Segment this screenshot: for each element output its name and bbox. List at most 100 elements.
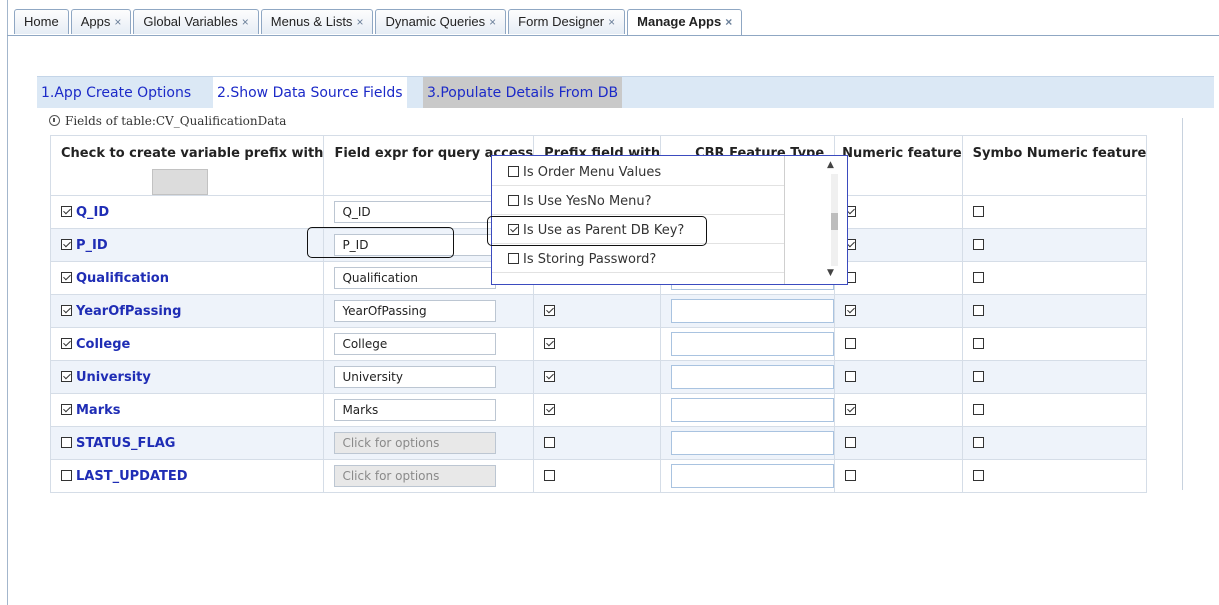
field-expr-input[interactable]: P_ID xyxy=(334,234,497,256)
select-all-button[interactable] xyxy=(152,169,208,195)
symbo-numeric-checkbox[interactable] xyxy=(972,469,984,481)
create-variable-checkbox[interactable] xyxy=(61,205,72,217)
dropdown-option[interactable]: Is Use as Parent DB Key? xyxy=(492,217,784,244)
option-checkbox[interactable] xyxy=(508,195,519,206)
table-row: College College xyxy=(49,327,1148,361)
dropdown-scrollbar[interactable]: ▲ ▼ xyxy=(784,156,845,284)
wizard-steps: 1.App Create Options 2.Show Data Source … xyxy=(37,76,1214,108)
tab-dynamic-queries[interactable]: Dynamic Queries × xyxy=(375,9,507,34)
cbr-feature-type-input[interactable] xyxy=(671,431,835,455)
option-checkbox[interactable] xyxy=(508,166,519,177)
close-icon[interactable]: × xyxy=(356,15,363,29)
symbo-numeric-checkbox[interactable] xyxy=(972,238,984,250)
tab-bar-divider xyxy=(7,35,1219,36)
cbr-feature-type-input[interactable] xyxy=(671,332,835,356)
symbo-numeric-checkbox[interactable] xyxy=(972,370,984,382)
numeric-feature-checkbox[interactable] xyxy=(845,436,857,448)
symbo-numeric-checkbox[interactable] xyxy=(972,271,984,283)
prefix-cell xyxy=(533,360,662,394)
numeric-feature-checkbox[interactable] xyxy=(845,370,857,382)
field-expr-cell: Click for options xyxy=(323,426,535,460)
field-expr-input[interactable]: Qualification xyxy=(334,267,497,289)
scroll-thumb[interactable] xyxy=(831,213,838,230)
numeric-feature-checkbox[interactable] xyxy=(845,403,857,415)
column-header-symbo-numeric-label: Symbo Numeric feature xyxy=(972,146,1147,161)
cbr-feature-type-input[interactable] xyxy=(671,398,835,422)
cbr-feature-type-input[interactable] xyxy=(671,299,835,323)
close-icon[interactable]: × xyxy=(608,15,615,29)
variable-cell: STATUS_FLAG xyxy=(49,426,325,460)
prefix-checkbox[interactable] xyxy=(544,337,556,349)
field-expr-input[interactable]: Click for options xyxy=(334,465,497,487)
symbo-numeric-cell xyxy=(961,360,1148,394)
scroll-down-icon[interactable]: ▼ xyxy=(827,268,834,278)
numeric-feature-checkbox[interactable] xyxy=(845,337,857,349)
create-variable-checkbox[interactable] xyxy=(61,304,72,316)
table-row: YearOfPassing YearOfPassing xyxy=(49,294,1148,328)
wizard-step-show-data-source-fields[interactable]: 2.Show Data Source Fields xyxy=(213,77,407,108)
symbo-numeric-checkbox[interactable] xyxy=(972,337,984,349)
field-expr-input[interactable]: Click for options xyxy=(334,432,497,454)
tab-manage-apps[interactable]: Manage Apps × xyxy=(627,9,743,36)
cbr-feature-type-cell xyxy=(660,327,836,361)
field-expr-cell: YearOfPassing xyxy=(323,294,535,328)
numeric-feature-cell xyxy=(834,426,963,460)
symbo-numeric-checkbox[interactable] xyxy=(972,205,984,217)
tab-label: Manage Apps xyxy=(637,14,722,29)
close-icon[interactable]: × xyxy=(725,15,732,29)
field-name: Qualification xyxy=(76,270,169,286)
numeric-feature-checkbox[interactable] xyxy=(845,304,857,316)
numeric-feature-cell xyxy=(834,459,963,493)
variable-cell: University xyxy=(49,360,325,394)
variable-cell: Q_ID xyxy=(49,195,325,229)
wizard-step-app-create-options[interactable]: 1.App Create Options xyxy=(37,77,196,108)
symbo-numeric-checkbox[interactable] xyxy=(972,304,984,316)
field-expr-input[interactable]: College xyxy=(334,333,497,355)
tab-home[interactable]: Home xyxy=(14,9,69,34)
symbo-numeric-checkbox[interactable] xyxy=(972,436,984,448)
prefix-checkbox[interactable] xyxy=(544,370,556,382)
tab-form-designer[interactable]: Form Designer × xyxy=(508,9,626,34)
tab-global-variables[interactable]: Global Variables × xyxy=(133,9,259,34)
tab-apps[interactable]: Apps × xyxy=(70,9,132,34)
create-variable-checkbox[interactable] xyxy=(61,370,72,382)
numeric-feature-checkbox[interactable] xyxy=(845,469,857,481)
numeric-feature-cell xyxy=(834,393,963,427)
prefix-checkbox[interactable] xyxy=(544,304,556,316)
column-header-create-variable-label: Check to create variable prefix with xyxy=(61,146,324,161)
variable-cell: YearOfPassing xyxy=(49,294,325,328)
create-variable-checkbox[interactable] xyxy=(61,469,72,481)
cbr-feature-type-input[interactable] xyxy=(671,365,835,389)
numeric-feature-cell xyxy=(834,195,963,229)
wizard-step-populate-details[interactable]: 3.Populate Details From DB xyxy=(423,77,623,108)
create-variable-checkbox[interactable] xyxy=(61,271,72,283)
scroll-up-icon[interactable]: ▲ xyxy=(827,160,834,170)
dropdown-option[interactable]: Is Storing Password? xyxy=(492,246,784,273)
option-checkbox[interactable] xyxy=(508,224,519,235)
create-variable-checkbox[interactable] xyxy=(61,337,72,349)
prefix-checkbox[interactable] xyxy=(544,403,556,415)
create-variable-checkbox[interactable] xyxy=(61,238,72,250)
table-caption: Fields of table:CV_QualificationData xyxy=(49,114,286,128)
prefix-checkbox[interactable] xyxy=(544,469,556,481)
field-expr-input[interactable]: Q_ID xyxy=(334,201,497,223)
close-icon[interactable]: × xyxy=(242,15,249,29)
field-expr-input[interactable]: Marks xyxy=(334,399,497,421)
refresh-icon[interactable] xyxy=(49,115,60,126)
dropdown-option[interactable]: Is Order Menu Values xyxy=(492,159,784,186)
close-icon[interactable]: × xyxy=(489,15,496,29)
tab-menus-lists[interactable]: Menus & Lists × xyxy=(260,9,374,34)
field-expr-input[interactable]: University xyxy=(334,366,497,388)
create-variable-checkbox[interactable] xyxy=(61,436,72,448)
close-icon[interactable]: × xyxy=(114,15,121,29)
field-expr-input[interactable]: YearOfPassing xyxy=(334,300,497,322)
create-variable-checkbox[interactable] xyxy=(61,403,72,415)
cbr-feature-type-cell xyxy=(660,294,836,328)
dropdown-option[interactable]: Is Use YesNo Menu? xyxy=(492,188,784,215)
cbr-options-dropdown[interactable]: ▲ ▼ Is Order Menu Values Is Use YesNo Men… xyxy=(491,155,848,285)
symbo-numeric-checkbox[interactable] xyxy=(972,403,984,415)
prefix-checkbox[interactable] xyxy=(544,436,556,448)
cbr-feature-type-input[interactable] xyxy=(671,464,835,488)
option-checkbox[interactable] xyxy=(508,253,519,264)
symbo-numeric-cell xyxy=(961,327,1148,361)
